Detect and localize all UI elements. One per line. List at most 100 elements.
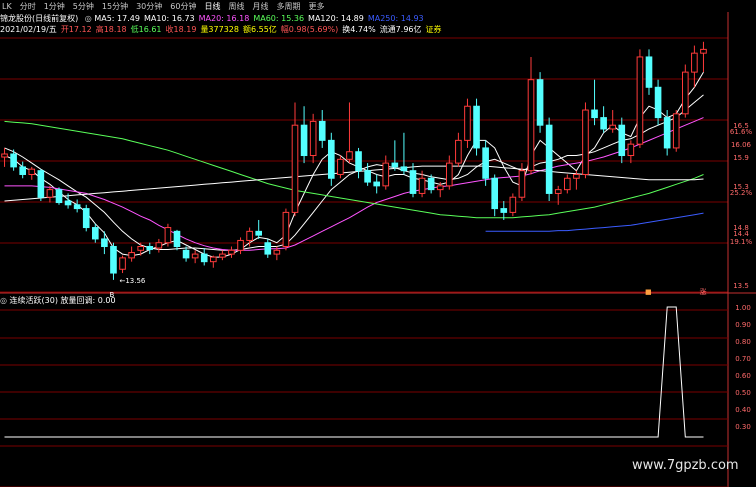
candle-body <box>273 249 281 255</box>
candle-body <box>264 242 272 255</box>
candle-body <box>518 170 526 198</box>
ma-line-ma250 <box>485 212 704 232</box>
candle-body <box>445 162 453 187</box>
indicator-name[interactable]: 连续活跃(30) <box>10 296 58 305</box>
candle-body <box>19 166 27 175</box>
candle-body <box>200 253 208 263</box>
indicator-dot-icon: ◎ <box>0 296 7 305</box>
candle-body <box>545 124 553 194</box>
ma-line-ma5 <box>4 71 704 258</box>
candle-body <box>128 252 135 259</box>
candle-body <box>700 48 707 54</box>
signal-tag: 涨 <box>699 287 706 296</box>
candle-body <box>155 242 163 249</box>
candle-body <box>382 162 390 187</box>
candle-body <box>346 151 353 160</box>
candle-body <box>309 120 317 157</box>
candle-body <box>255 230 263 236</box>
candle-body <box>563 177 571 191</box>
candle-body <box>55 189 63 204</box>
candle-body <box>327 139 335 179</box>
candle-body <box>337 158 344 175</box>
candle-body <box>173 230 181 248</box>
candle-body <box>373 181 381 187</box>
candle-body <box>455 139 462 164</box>
candle-body <box>500 208 508 213</box>
price-axis-label: 14.4 <box>733 230 749 238</box>
watermark-text: www.7gpzb.com <box>632 458 739 473</box>
candle-body <box>219 253 226 258</box>
candle-body <box>300 124 308 157</box>
ma-line-ma10 <box>4 94 704 251</box>
candle-body <box>618 124 626 157</box>
candle-body <box>600 117 607 130</box>
candle-body <box>82 208 90 229</box>
candle-body <box>473 105 480 149</box>
indicator-axis-label: 0.90 <box>735 321 751 329</box>
ma-line-ma120 <box>4 165 704 202</box>
candle-body <box>418 177 426 194</box>
candle-body <box>491 177 499 210</box>
candle-body <box>146 246 154 251</box>
candle-body <box>636 56 644 145</box>
candle-body <box>527 79 535 172</box>
candle-body <box>73 204 81 210</box>
candle-body <box>554 189 562 194</box>
candle-body <box>681 71 689 115</box>
price-axis-label: 19.1% <box>730 238 753 246</box>
candle-body <box>591 109 598 119</box>
indicator-axis-label: 0.50 <box>735 389 751 397</box>
candle-body <box>64 200 72 206</box>
low-price-label: ←13.56 <box>119 277 145 285</box>
candle-body <box>436 185 444 191</box>
indicator-axis-label: 0.70 <box>735 355 751 363</box>
candle-body <box>282 211 290 248</box>
candle-body <box>609 124 617 130</box>
candle-body <box>291 124 299 213</box>
indicator-axis-label: 0.30 <box>735 423 751 431</box>
candle-body <box>355 151 362 172</box>
indicator-axis-label: 0.60 <box>735 372 751 380</box>
price-axis-label: 61.6% <box>730 128 753 136</box>
price-axis-label: 15.9 <box>733 154 749 162</box>
candle-body <box>427 177 435 191</box>
candle-body <box>318 120 326 141</box>
candle-body <box>573 173 580 179</box>
candle-body <box>137 246 145 251</box>
candle-body <box>46 189 54 198</box>
candle-body <box>28 168 36 175</box>
candle-body <box>246 230 253 241</box>
price-axis-label: 16.06 <box>731 141 752 149</box>
candle-body <box>182 249 190 259</box>
candle-body <box>209 256 217 263</box>
candle-body <box>536 79 544 126</box>
candle-body <box>237 239 244 251</box>
candle-body <box>509 196 517 213</box>
candle-body <box>627 143 635 157</box>
candle-body <box>654 86 662 119</box>
candle-body <box>464 105 471 141</box>
candle-body <box>101 238 108 248</box>
candle-body <box>400 166 408 172</box>
price-axis-label: 25.2% <box>730 189 753 197</box>
candle-body <box>119 257 126 270</box>
ma-line-ma20 <box>4 117 704 251</box>
candle-body <box>228 249 235 255</box>
candle-body <box>191 253 199 259</box>
candle-body <box>409 170 417 194</box>
candle-body <box>91 227 99 240</box>
candle-body <box>164 227 172 244</box>
price-axis-label: 13.5 <box>733 282 749 290</box>
kline-chart[interactable]: 16.561.6%16.0615.915.325.2%14.819.1%14.4… <box>0 0 756 487</box>
candle-body <box>672 113 680 149</box>
candle-body <box>1 153 8 158</box>
ma-line-ma60 <box>4 120 704 219</box>
candle-body <box>364 170 371 183</box>
indicator-line <box>4 306 704 438</box>
indicator-header: ◎ 连续活跃(30) 放量回调: 0.00 <box>0 295 116 305</box>
indicator-value: 放量回调: 0.00 <box>60 296 116 305</box>
candle-body <box>663 117 671 149</box>
candle-body <box>110 246 117 274</box>
candle-body <box>691 52 698 73</box>
candle-body <box>645 56 653 88</box>
